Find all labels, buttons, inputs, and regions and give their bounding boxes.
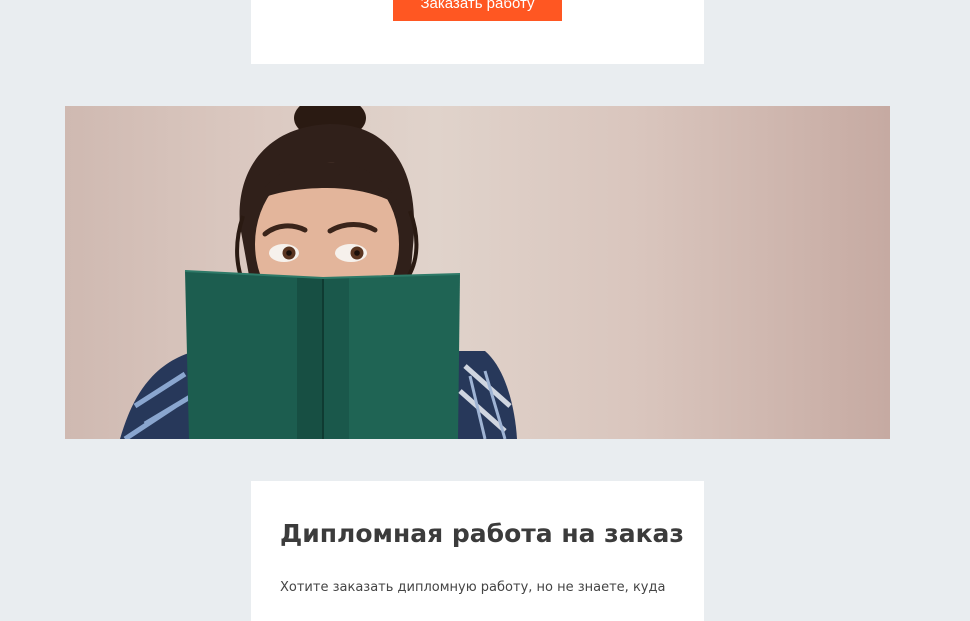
hero-illustration [120, 106, 517, 439]
article-card: Дипломная работа на заказ Хотите заказат… [251, 481, 704, 621]
order-card: Заказать работу [251, 0, 704, 64]
article-title: Дипломная работа на заказ [280, 519, 684, 548]
article-intro: Хотите заказать дипломную работу, но не … [280, 580, 666, 595]
order-work-button[interactable]: Заказать работу [393, 0, 562, 21]
hero-image [65, 106, 890, 439]
